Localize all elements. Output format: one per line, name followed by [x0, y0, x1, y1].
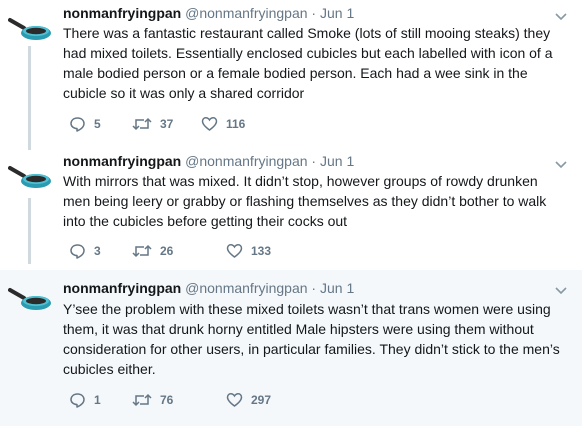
heart-icon: [226, 393, 243, 407]
author-handle[interactable]: @nonmanfryingpan: [185, 153, 307, 169]
like-count: 116: [226, 117, 246, 131]
reply-button[interactable]: 5: [69, 115, 101, 133]
author-handle[interactable]: @nonmanfryingpan: [185, 5, 307, 21]
heart-icon: [226, 244, 243, 258]
tweet-text: There was a fantastic restaurant called …: [63, 25, 553, 101]
chevron-down-icon[interactable]: [554, 12, 568, 22]
tweet[interactable]: nonmanfryingpan @nonmanfryingpan · Jun 1…: [0, 270, 582, 426]
author-handle[interactable]: @nonmanfryingpan: [185, 280, 307, 296]
author-name[interactable]: nonmanfryingpan: [63, 5, 181, 21]
like-count: 133: [251, 244, 272, 258]
chevron-down-icon[interactable]: [554, 160, 568, 170]
frying-pan-icon[interactable]: [8, 16, 52, 44]
tweet-header: nonmanfryingpan @nonmanfryingpan · Jun 1: [63, 152, 354, 170]
reply-count: 3: [94, 244, 101, 258]
reply-button[interactable]: 3: [69, 242, 101, 260]
frying-pan-icon[interactable]: [8, 164, 52, 192]
tweet-date[interactable]: Jun 1: [320, 280, 354, 296]
tweet-text: With mirrors that was mixed. It didn’t s…: [63, 173, 547, 229]
like-button[interactable]: 297: [226, 391, 271, 409]
author-name[interactable]: nonmanfryingpan: [63, 153, 181, 169]
separator: ·: [311, 280, 317, 296]
reply-button[interactable]: 1: [69, 391, 101, 409]
author-name[interactable]: nonmanfryingpan: [63, 280, 181, 296]
retweet-count: 26: [160, 244, 174, 258]
reply-icon: [70, 244, 85, 259]
like-button[interactable]: 116: [201, 115, 245, 133]
separator: ·: [311, 153, 317, 169]
retweet-button[interactable]: 76: [132, 391, 173, 409]
heart-icon: [201, 117, 218, 131]
retweet-icon: [132, 244, 152, 258]
frying-pan-icon[interactable]: [8, 286, 52, 314]
tweet-text: Y’see the problem with these mixed toile…: [63, 301, 560, 377]
tweet-header: nonmanfryingpan @nonmanfryingpan · Jun 1: [63, 279, 354, 297]
reply-count: 5: [94, 117, 101, 131]
retweet-icon: [132, 393, 152, 407]
retweet-icon: [132, 117, 152, 131]
chevron-down-icon[interactable]: [554, 286, 568, 296]
tweet[interactable]: nonmanfryingpan @nonmanfryingpan · Jun 1…: [0, 4, 582, 140]
reply-icon: [70, 393, 85, 408]
retweet-count: 37: [160, 117, 174, 131]
like-button[interactable]: 133: [226, 242, 271, 260]
reply-count: 1: [94, 393, 101, 407]
tweet-date[interactable]: Jun 1: [320, 5, 354, 21]
like-count: 297: [251, 393, 272, 407]
reply-icon: [70, 117, 85, 132]
retweet-button[interactable]: 37: [132, 115, 173, 133]
tweet-date[interactable]: Jun 1: [320, 153, 354, 169]
tweet[interactable]: nonmanfryingpan @nonmanfryingpan · Jun 1…: [0, 152, 582, 266]
separator: ·: [311, 5, 317, 21]
tweet-header: nonmanfryingpan @nonmanfryingpan · Jun 1: [63, 4, 354, 22]
retweet-count: 76: [160, 393, 174, 407]
retweet-button[interactable]: 26: [132, 242, 173, 260]
